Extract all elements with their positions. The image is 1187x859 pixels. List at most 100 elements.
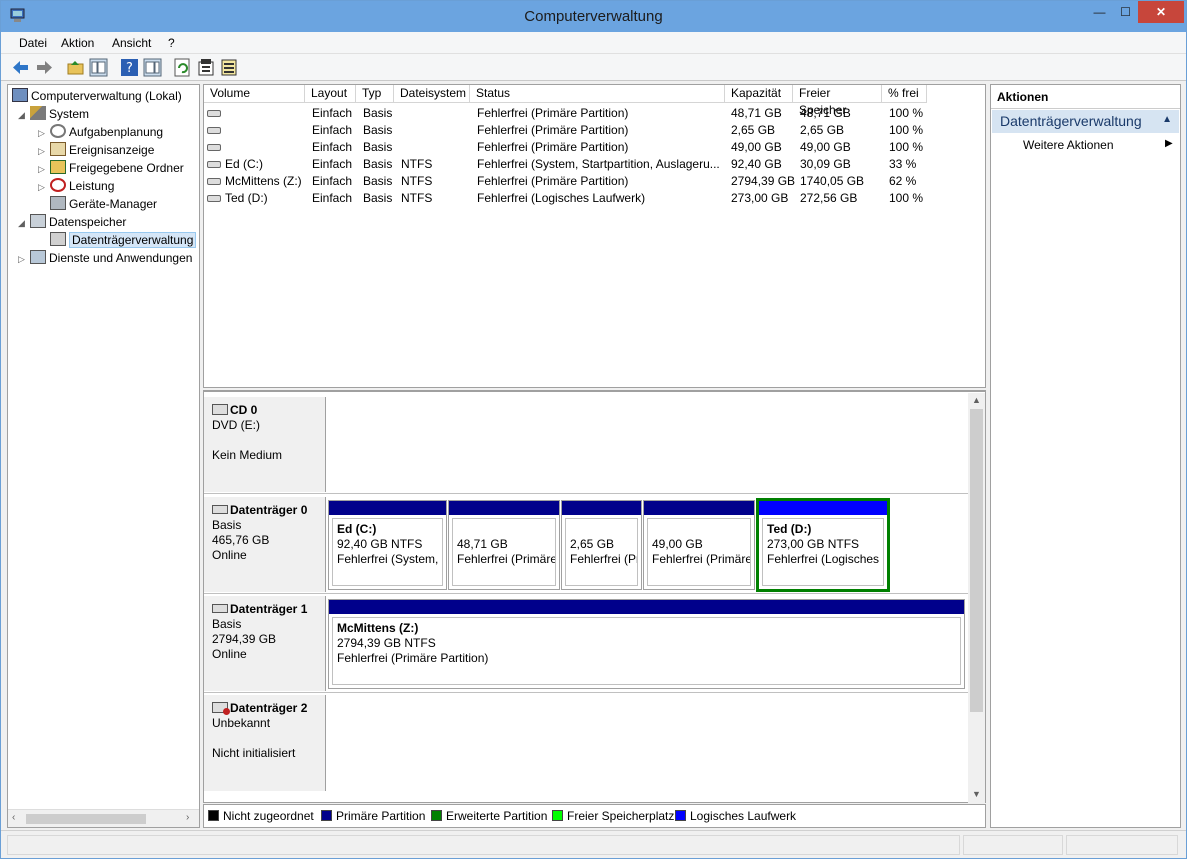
tree-item-ereignisanzeige[interactable]: ▷ Ereignisanzeige (38, 142, 154, 157)
cell-typ: Basis (363, 191, 393, 205)
col-header-layout[interactable]: Layout (305, 85, 356, 103)
show-hide-console-tree-icon[interactable] (89, 58, 108, 77)
disk-header-2[interactable]: Datenträger 2 Unbekannt Nicht initialisi… (204, 695, 326, 791)
disk-detail (212, 433, 325, 448)
tree-item-root[interactable]: Computerverwaltung (Lokal) (12, 88, 182, 103)
disk-detail: 465,76 GB (212, 533, 270, 547)
tree-item-datentraegerverwaltung[interactable]: Datenträgerverwaltung (38, 232, 197, 248)
partition-primary-2[interactable]: 2,65 GB Fehlerfrei (Pr (561, 500, 642, 590)
tree-item-system[interactable]: ◢ System (18, 106, 89, 121)
close-button[interactable]: ✕ (1138, 1, 1184, 23)
disk-header-1[interactable]: Datenträger 1 Basis 2794,39 GB Online (204, 596, 326, 691)
show-hide-action-pane-icon[interactable] (143, 58, 162, 77)
scroll-down-icon[interactable]: ▼ (972, 789, 981, 799)
cell-kapazitaet: 49,00 GB (731, 140, 782, 154)
tree-item-aufgabenplanung[interactable]: ▷ Aufgabenplanung (38, 124, 163, 139)
table-row[interactable]: Einfach Basis Fehlerfrei (Primäre Partitio… (204, 105, 985, 122)
disk-status: Kein Medium (212, 448, 283, 462)
forward-arrow-icon[interactable] (35, 58, 54, 77)
cell-layout: Einfach (312, 157, 353, 171)
maximize-button[interactable]: ☐ (1112, 1, 1139, 23)
scroll-left-icon[interactable]: ‹ (12, 812, 15, 823)
expanded-arrow-icon[interactable]: ◢ (18, 218, 30, 229)
vertical-scrollbar[interactable]: ▲ ▼ (968, 393, 985, 803)
menu-datei[interactable]: Datei (19, 36, 47, 50)
disk-header-cd0[interactable]: CD 0 DVD (E:) Kein Medium (204, 397, 326, 492)
tree-item-geraete-manager[interactable]: Geräte-Manager (38, 196, 157, 211)
cell-kapazitaet: 48,71 GB (731, 106, 782, 120)
table-row[interactable]: Einfach Basis Fehlerfrei (Primäre Partitio… (204, 122, 985, 139)
horizontal-scrollbar[interactable]: ‹ › (8, 809, 199, 827)
cell-typ: Basis (363, 140, 393, 154)
menu-bar: Datei Aktion Ansicht ? (1, 32, 1186, 54)
device-manager-icon (50, 196, 66, 210)
table-row[interactable]: Ed (C:) Einfach Basis NTFS Fehlerfrei (Syste… (204, 156, 985, 173)
menu-help[interactable]: ? (168, 36, 175, 50)
scroll-right-icon[interactable]: › (186, 812, 189, 823)
cell-freier-speicher: 1740,05 GB (800, 174, 865, 188)
legend-swatch (208, 810, 219, 821)
volume-drive-icon (207, 195, 221, 202)
menu-ansicht[interactable]: Ansicht (112, 36, 151, 50)
volume-drive-icon (207, 178, 221, 185)
col-header-freier-speicher[interactable]: Freier Speicher (793, 85, 882, 117)
tree-item-datenspeicher[interactable]: ◢ Datenspeicher (18, 214, 126, 229)
col-header-typ[interactable]: Typ (356, 85, 394, 103)
col-header-status[interactable]: Status (470, 85, 725, 103)
disk-header-0[interactable]: Datenträger 0 Basis 465,76 GB Online (204, 497, 326, 592)
actions-section-datentraegerverwaltung[interactable]: Datenträgerverwaltung ▲ (992, 110, 1179, 133)
partition-status: Fehlerfrei (Pr (570, 552, 638, 566)
partition-z[interactable]: McMittens (Z:) 2794,39 GB NTFS Fehlerfrei … (328, 599, 965, 689)
svg-text:?: ? (126, 61, 133, 76)
uninitialized-disk-icon (212, 702, 230, 715)
back-arrow-icon[interactable] (11, 58, 30, 77)
cell-freier-speicher: 272,56 GB (800, 191, 858, 205)
menu-aktion[interactable]: Aktion (61, 36, 94, 50)
collapsed-arrow-icon[interactable]: ▷ (38, 164, 50, 175)
disk-management-icon (50, 232, 66, 246)
collapsed-arrow-icon[interactable]: ▷ (38, 128, 50, 139)
cell-freier-speicher: 49,00 GB (800, 140, 851, 154)
partition-c[interactable]: Ed (C:) 92,40 GB NTFS Fehlerfrei (System, … (328, 500, 447, 590)
col-header-prozent-frei[interactable]: % frei (882, 85, 927, 103)
expanded-arrow-icon[interactable]: ◢ (18, 110, 30, 121)
disk-settings-icon[interactable] (220, 58, 239, 77)
tree-label: Ereignisanzeige (69, 143, 155, 157)
more-actions-link[interactable]: Weitere Aktionen (1023, 138, 1114, 152)
title-bar[interactable]: Computerverwaltung — ☐ ✕ (1, 1, 1186, 32)
volume-list: Volume Layout Typ Dateisystem Status Kap… (203, 84, 986, 388)
col-header-kapazitaet[interactable]: Kapazität (725, 85, 793, 103)
scrollbar-thumb[interactable] (26, 814, 146, 824)
tree-label: Datenträgerverwaltung (69, 232, 197, 248)
submenu-arrow-icon[interactable]: ▶ (1165, 138, 1173, 149)
properties-icon[interactable] (197, 58, 216, 77)
main-window: Computerverwaltung — ☐ ✕ Datei Aktion An… (0, 0, 1187, 859)
col-header-dateisystem[interactable]: Dateisystem (394, 85, 470, 103)
up-folder-icon[interactable] (66, 58, 85, 77)
tree-item-dienste[interactable]: ▷ Dienste und Anwendungen (18, 250, 192, 265)
table-row[interactable]: Einfach Basis Fehlerfrei (Primäre Partitio… (204, 139, 985, 156)
collapsed-arrow-icon[interactable]: ▷ (38, 146, 50, 157)
help-icon[interactable]: ? (120, 58, 139, 77)
partition-primary-3[interactable]: 49,00 GB Fehlerfrei (Primäre (643, 500, 755, 590)
cell-prozent-frei: 100 % (889, 106, 924, 120)
col-header-volume[interactable]: Volume (204, 85, 305, 103)
minimize-button[interactable]: — (1086, 1, 1113, 23)
tree-item-leistung[interactable]: ▷ Leistung (38, 178, 114, 193)
partition-primary-1[interactable]: 48,71 GB Fehlerfrei (Primäre (448, 500, 560, 590)
collapsed-arrow-icon[interactable]: ▷ (38, 182, 50, 193)
scroll-up-icon[interactable]: ▲ (972, 395, 981, 405)
console-tree: Computerverwaltung (Lokal) ◢ System ▷ Aufg… (7, 84, 200, 828)
cell-prozent-frei: 100 % (889, 191, 924, 205)
disk-status: Nicht initialisiert (212, 746, 296, 760)
table-row[interactable]: McMittens (Z:) Einfach Basis NTFS Fehlerfrei… (204, 173, 985, 190)
collapse-arrow-icon[interactable]: ▲ (1162, 114, 1172, 125)
table-row[interactable]: Ted (D:) Einfach Basis NTFS Fehlerfrei (Logi… (204, 190, 985, 207)
collapsed-arrow-icon[interactable]: ▷ (18, 254, 30, 265)
scrollbar-thumb[interactable] (970, 409, 983, 712)
refresh-icon[interactable] (173, 58, 192, 77)
partition-d-selected[interactable]: Ted (D:) 273,00 GB NTFS Fehlerfrei (Logisc… (756, 498, 890, 592)
tree-item-freigegebene-ordner[interactable]: ▷ Freigegebene Ordner (38, 160, 184, 175)
legend-swatch (321, 810, 332, 821)
cell-prozent-frei: 62 % (889, 174, 917, 188)
